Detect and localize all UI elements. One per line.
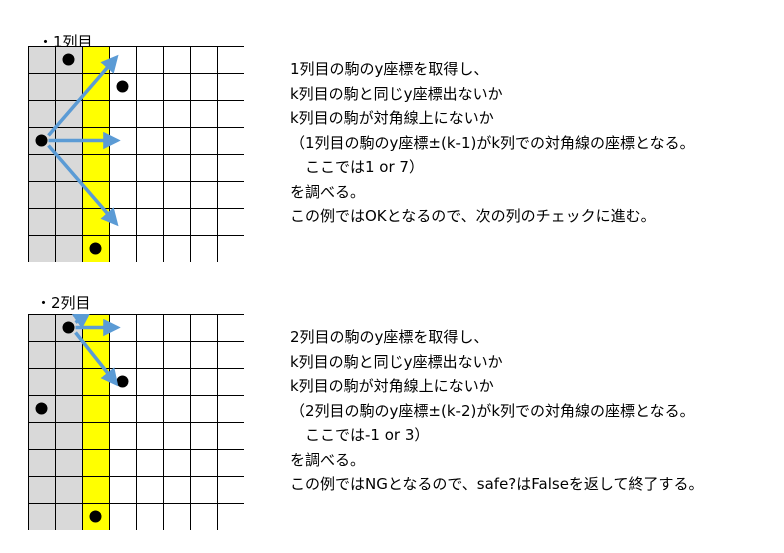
desc-line: k列目の駒と同じy座標出ないか: [290, 84, 503, 103]
section-2-description: 2列目の駒のy座標を取得し、 k列目の駒と同じy座標出ないか k列目の駒が対角線…: [290, 325, 703, 497]
queen-piece: [35, 402, 48, 415]
desc-line: ここでは1 or 7）: [290, 158, 424, 176]
section-1-board: [28, 46, 244, 262]
desc-line: （1列目の駒のy座標±(k-1)がk列での対角線の座標となる。: [290, 133, 695, 152]
desc-line: 1列目の駒のy座標を取得し、: [290, 60, 489, 78]
section-2-board: [28, 314, 244, 530]
section-1: ・1列目 1列目の駒のy座標を取得し、 k列目の駒と同じy座標出ないか k列目の…: [0, 0, 784, 270]
queen-piece: [62, 53, 75, 66]
desc-line: を調べる。: [290, 182, 366, 201]
desc-line: k列目の駒が対角線上にないか: [290, 109, 494, 127]
section-1-description: 1列目の駒のy座標を取得し、 k列目の駒と同じy座標出ないか k列目の駒が対角線…: [290, 57, 695, 229]
new-piece: [116, 375, 129, 388]
board-1-svg: [28, 46, 244, 262]
desc-line: ここでは-1 or 3）: [290, 426, 430, 444]
desc-line: この例ではNGとなるので、safe?はFalseを返して終了する。: [290, 475, 704, 493]
section-2: ・2列目 2列目の駒のy座標を取得し、 k列目の駒と同じy座標出ないか k列目の…: [0, 280, 784, 553]
board-2-svg: [28, 314, 244, 530]
section-2-label: ・2列目: [36, 294, 91, 312]
desc-line: この例ではOKとなるので、次の列のチェックに進む。: [290, 207, 656, 225]
desc-line: 2列目の駒のy座標を取得し、: [290, 328, 489, 346]
new-piece: [116, 80, 129, 93]
desc-line: を調べる。: [290, 450, 366, 469]
queen-piece: [89, 510, 102, 523]
desc-line: k列目の駒と同じy座標出ないか: [290, 352, 503, 371]
queen-piece: [35, 134, 48, 147]
desc-line: （2列目の駒のy座標±(k-2)がk列での対角線の座標となる。: [290, 401, 695, 420]
queen-piece: [62, 321, 75, 334]
desc-line: k列目の駒が対角線上にないか: [290, 377, 494, 395]
queen-piece: [89, 242, 102, 255]
